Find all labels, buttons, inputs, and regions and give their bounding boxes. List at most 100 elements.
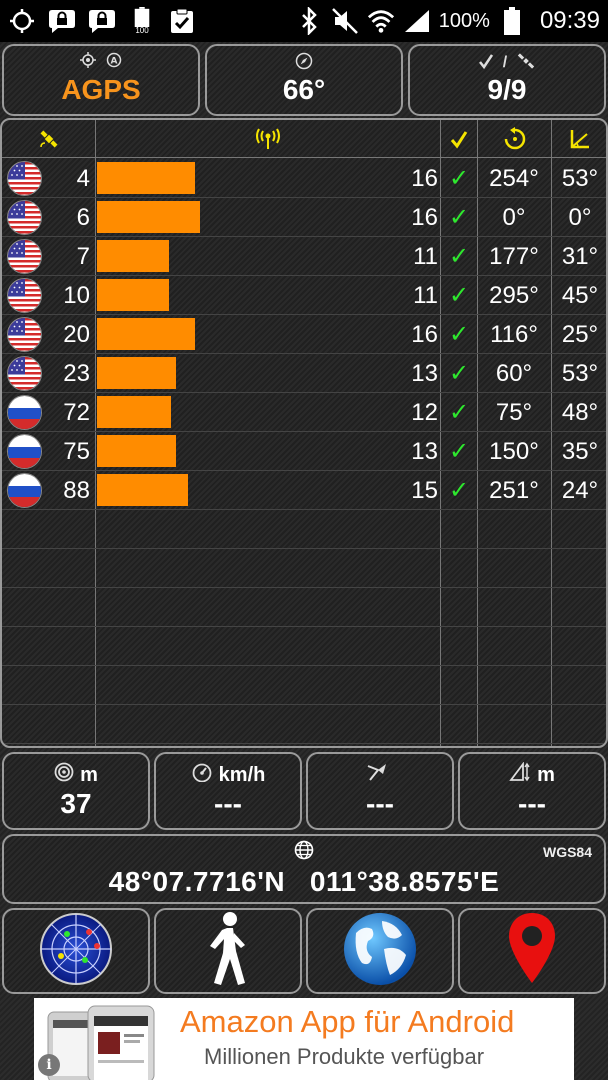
check-icon[interactable]: [441, 120, 477, 158]
used-check-icon: ✓: [448, 282, 470, 309]
accuracy-unit: m: [80, 763, 98, 786]
empty-row: [2, 666, 606, 705]
coordinates-box[interactable]: WGS84 48°07.7716'N 011°38.8575'E: [2, 834, 606, 904]
snr-value: 13: [411, 360, 438, 387]
prn-value: 75: [63, 438, 90, 465]
prn-value: 7: [76, 243, 90, 270]
prn-value: 20: [63, 321, 90, 348]
satellites-box[interactable]: / 9/9: [408, 44, 606, 116]
table-row[interactable]: 72 12 ✓ 75° 48°: [2, 393, 606, 432]
snr-value: 15: [411, 477, 438, 504]
phone-image: [44, 1004, 164, 1080]
elevation-value: 45°: [561, 282, 599, 309]
azimuth-value: 60°: [495, 360, 533, 387]
russia-flag-icon: [7, 434, 42, 469]
table-row[interactable]: 23 13 ✓ 60° 53°: [2, 354, 606, 393]
altitude-value: ---: [518, 788, 546, 819]
prn-value: 6: [76, 204, 90, 231]
azimuth-value: 0°: [502, 204, 526, 231]
signal-bar: [97, 240, 169, 272]
speed-value: ---: [214, 788, 242, 819]
signal-icon: [403, 7, 431, 35]
altitude-label: m: [460, 761, 604, 788]
table-row[interactable]: 4 16 ✓ 254° 53°: [2, 159, 606, 198]
separator: /: [502, 53, 508, 71]
empty-row: [2, 549, 606, 588]
empty-row: [2, 705, 606, 744]
lock-notification-icon: [48, 7, 76, 35]
elevation-icon[interactable]: [552, 120, 606, 158]
gps-target-icon: [80, 52, 96, 71]
heading-box[interactable]: 66°: [205, 44, 403, 116]
snr-value: 11: [413, 282, 438, 309]
used-check-icon: ✓: [448, 243, 470, 270]
elevation-value: 24°: [561, 477, 599, 504]
satellite-icon: [517, 52, 535, 73]
table-row[interactable]: 20 16 ✓ 116° 25°: [2, 315, 606, 354]
speed-label: km/h: [156, 762, 300, 788]
accuracy-value: 37: [60, 788, 92, 819]
table-row[interactable]: 88 15 ✓ 251° 24°: [2, 471, 606, 510]
elevation-value: 53°: [561, 165, 599, 192]
satellite-icon[interactable]: [2, 120, 95, 158]
table-row[interactable]: 10 11 ✓ 295° 45°: [2, 276, 606, 315]
elevation-value: 53°: [561, 360, 599, 387]
usa-flag-icon: [7, 200, 42, 235]
speed-box[interactable]: km/h ---: [154, 752, 302, 830]
globe-icon: [294, 840, 314, 865]
gps-icon: [8, 7, 36, 35]
bearing-box[interactable]: ---: [306, 752, 454, 830]
signal-bar: [97, 396, 171, 428]
ad-title: Amazon App für Android: [180, 1004, 515, 1039]
signal-bar: [97, 318, 195, 350]
used-check-icon: ✓: [448, 321, 470, 348]
table-row[interactable]: 6 16 ✓ 0° 0°: [2, 198, 606, 237]
mode-value: AGPS: [61, 74, 141, 105]
prn-value: 72: [63, 399, 90, 426]
coordinates-value: 48°07.7716'N 011°38.8575'E: [108, 866, 500, 897]
datum-label: WGS84: [542, 844, 592, 860]
elevation-value: 25°: [561, 321, 599, 348]
satellite-table: 4 16 ✓ 254° 53° 6 16 ✓ 0° 0° 7 11 ✓ 177° 31° 10 11 ✓ 295° 4…: [0, 118, 608, 748]
radar-button[interactable]: [2, 908, 150, 994]
coord-icon-wrap: [4, 840, 604, 865]
table-row[interactable]: 7 11 ✓ 177° 31°: [2, 237, 606, 276]
azimuth-value: 75°: [495, 399, 533, 426]
battery-small-label: 100: [135, 26, 149, 35]
usa-flag-icon: [7, 161, 42, 196]
signal-bar: [97, 435, 176, 467]
map-pin-button[interactable]: [458, 908, 606, 994]
satellites-value: 9/9: [487, 74, 527, 105]
prn-value: 4: [76, 165, 90, 192]
walk-button[interactable]: [154, 908, 302, 994]
mute-icon: [331, 7, 359, 35]
globe-button[interactable]: [306, 908, 454, 994]
prn-value: 10: [63, 282, 90, 309]
accuracy-box[interactable]: m 37: [2, 752, 150, 830]
used-check-icon: ✓: [448, 204, 470, 231]
clipboard-check-icon: [168, 7, 196, 35]
usa-flag-icon: [7, 356, 42, 391]
snr-value: 12: [411, 399, 438, 426]
lock-notification-icon: [88, 7, 116, 35]
pedestrian-icon: [203, 911, 253, 992]
check-icon: [478, 53, 493, 72]
bearing-label: [308, 762, 452, 788]
battery-icon: [498, 7, 526, 35]
snr-value: 16: [411, 204, 438, 231]
azimuth-icon[interactable]: [478, 120, 551, 158]
signal-bar: [97, 279, 169, 311]
ad-info-icon[interactable]: i: [38, 1054, 60, 1076]
svg-text:A: A: [111, 57, 118, 67]
table-row[interactable]: 75 13 ✓ 150° 35°: [2, 432, 606, 471]
mode-box[interactable]: A AGPS: [2, 44, 200, 116]
compass-icon: [295, 52, 313, 73]
snr-value: 16: [411, 321, 438, 348]
speedometer-icon: [191, 762, 213, 788]
ad-banner[interactable]: Amazon App für Android Millionen Produkt…: [34, 998, 574, 1080]
altitude-unit: m: [537, 763, 555, 786]
clock: 09:39: [539, 7, 600, 34]
signal-icon[interactable]: [96, 120, 440, 158]
altitude-box[interactable]: m ---: [458, 752, 606, 830]
russia-flag-icon: [7, 473, 42, 508]
